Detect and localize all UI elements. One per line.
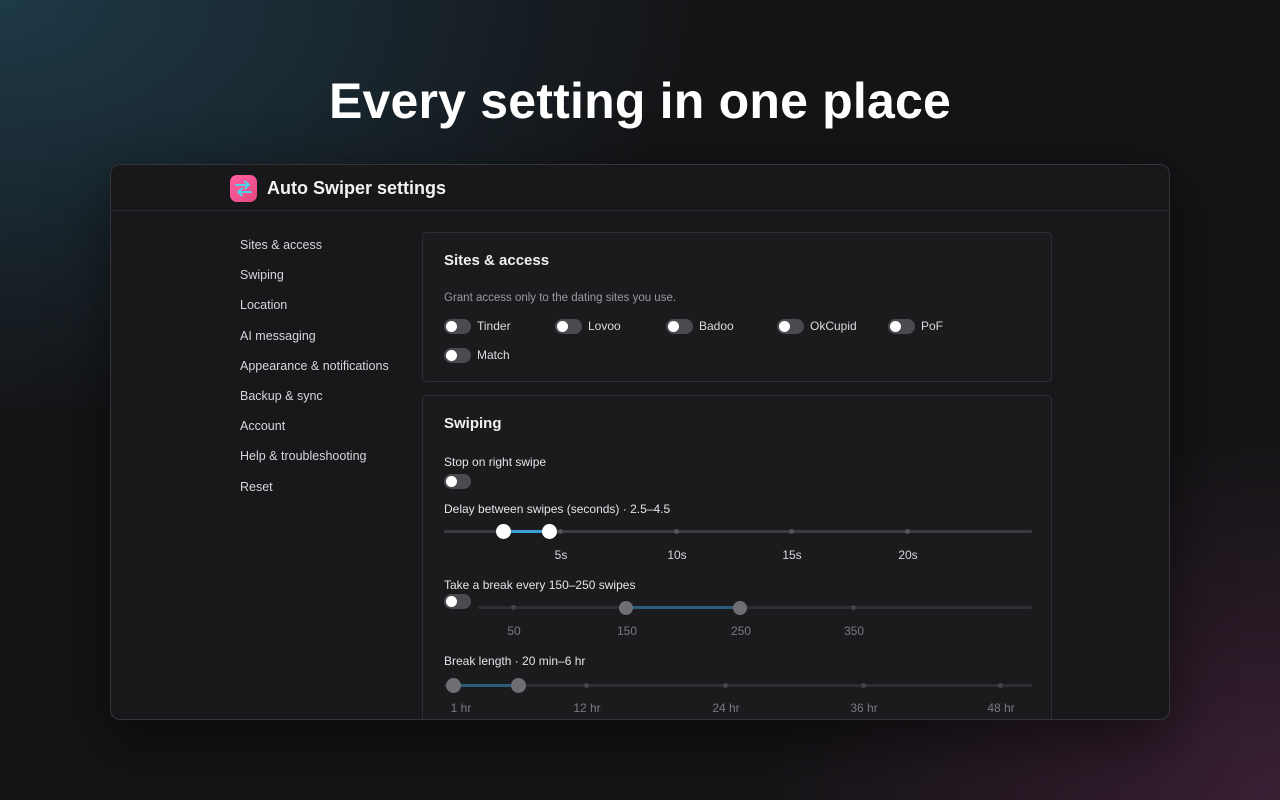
sidebar-item-help[interactable]: Help & troubleshooting	[240, 446, 410, 476]
sites-access-title: Sites & access	[444, 252, 550, 269]
toggle-match[interactable]	[444, 348, 471, 363]
sidebar-item-reset[interactable]: Reset	[240, 477, 410, 507]
break-length-tick	[998, 683, 1003, 688]
break-length-tick-label: 48 hr	[987, 701, 1015, 715]
toggle-badoo[interactable]	[666, 319, 693, 334]
delay-tick-label: 15s	[782, 548, 802, 562]
delay-tick-label: 5s	[554, 548, 568, 562]
toggle-pof[interactable]	[888, 319, 915, 334]
site-label-pof: PoF	[921, 319, 944, 333]
break-every-tick-label: 50	[507, 624, 521, 638]
site-label-tinder: Tinder	[477, 319, 511, 333]
site-label-okcupid: OkCupid	[810, 319, 857, 333]
sidebar-item-account[interactable]: Account	[240, 416, 410, 446]
sidebar-item-backup-sync[interactable]: Backup & sync	[240, 386, 410, 416]
break-length-tick-label: 1 hr	[450, 701, 472, 715]
settings-window: Auto Swiper settings Sites & access Swip…	[110, 164, 1170, 720]
break-every-max-thumb[interactable]	[733, 601, 747, 615]
break-every-tick	[511, 605, 516, 610]
swiping-card: Swiping Stop on right swipe Delay betwee…	[422, 395, 1052, 719]
break-every-toggle[interactable]	[444, 594, 471, 609]
sidebar-item-appearance[interactable]: Appearance & notifications	[240, 356, 410, 386]
window-title: Auto Swiper settings	[267, 178, 447, 198]
break-length-tick-label: 24 hr	[712, 701, 740, 715]
swap-arrows-icon	[230, 175, 257, 202]
delay-tick	[905, 529, 910, 534]
delay-max-thumb[interactable]	[542, 524, 557, 539]
break-length-track	[444, 684, 1032, 687]
break-every-track	[478, 606, 1032, 609]
break-length-tick	[584, 683, 589, 688]
sidebar-item-swiping[interactable]: Swiping	[240, 265, 410, 295]
stop-on-right-swipe-label: Stop on right swipe	[444, 455, 547, 469]
toggle-okcupid[interactable]	[777, 319, 804, 334]
break-length-tick-label: 36 hr	[850, 701, 878, 715]
settings-content: Sites & access Grant access only to the …	[422, 232, 1052, 719]
delay-tick	[789, 529, 794, 534]
sites-access-card: Sites & access Grant access only to the …	[422, 232, 1052, 382]
page-headline: Every setting in one place	[328, 73, 952, 129]
break-length-tick	[723, 683, 728, 688]
break-every-tick-label: 350	[843, 624, 865, 638]
break-every-tick-label: 150	[616, 624, 638, 638]
break-length-min-thumb[interactable]	[446, 678, 461, 693]
delay-tick	[674, 529, 679, 534]
delay-tick	[558, 529, 563, 534]
break-every-range-fill	[626, 606, 740, 609]
break-every-tick	[851, 605, 856, 610]
break-length-range-fill	[454, 684, 519, 687]
delay-tick-label: 10s	[667, 548, 687, 562]
break-length-tick	[861, 683, 866, 688]
site-label-match: Match	[477, 348, 510, 362]
delay-min-thumb[interactable]	[496, 524, 511, 539]
break-length-tick-label: 12 hr	[573, 701, 601, 715]
toggle-tinder[interactable]	[444, 319, 471, 334]
break-length-max-thumb[interactable]	[511, 678, 526, 693]
sidebar-item-location[interactable]: Location	[240, 295, 410, 325]
sites-access-description: Grant access only to the dating sites yo…	[444, 292, 677, 304]
break-every-label: Take a break every 150–250 swipes	[444, 578, 636, 592]
delay-label: Delay between swipes (seconds) · 2.5–4.5	[444, 502, 671, 516]
toggle-lovoo[interactable]	[555, 319, 582, 334]
sidebar-item-sites-access[interactable]: Sites & access	[240, 235, 410, 265]
title-bar: Auto Swiper settings	[111, 165, 1169, 211]
site-label-badoo: Badoo	[699, 319, 734, 333]
site-label-lovoo: Lovoo	[588, 319, 621, 333]
break-every-tick-label: 250	[730, 624, 752, 638]
settings-sidebar: Sites & access Swiping Location AI messa…	[240, 235, 410, 507]
stop-on-right-swipe-toggle[interactable]	[444, 474, 471, 489]
swiping-title: Swiping	[444, 415, 502, 432]
break-length-label: Break length · 20 min–6 hr	[444, 654, 586, 668]
delay-tick-label: 20s	[898, 548, 918, 562]
sidebar-item-ai-messaging[interactable]: AI messaging	[240, 326, 410, 356]
break-every-min-thumb[interactable]	[619, 601, 633, 615]
